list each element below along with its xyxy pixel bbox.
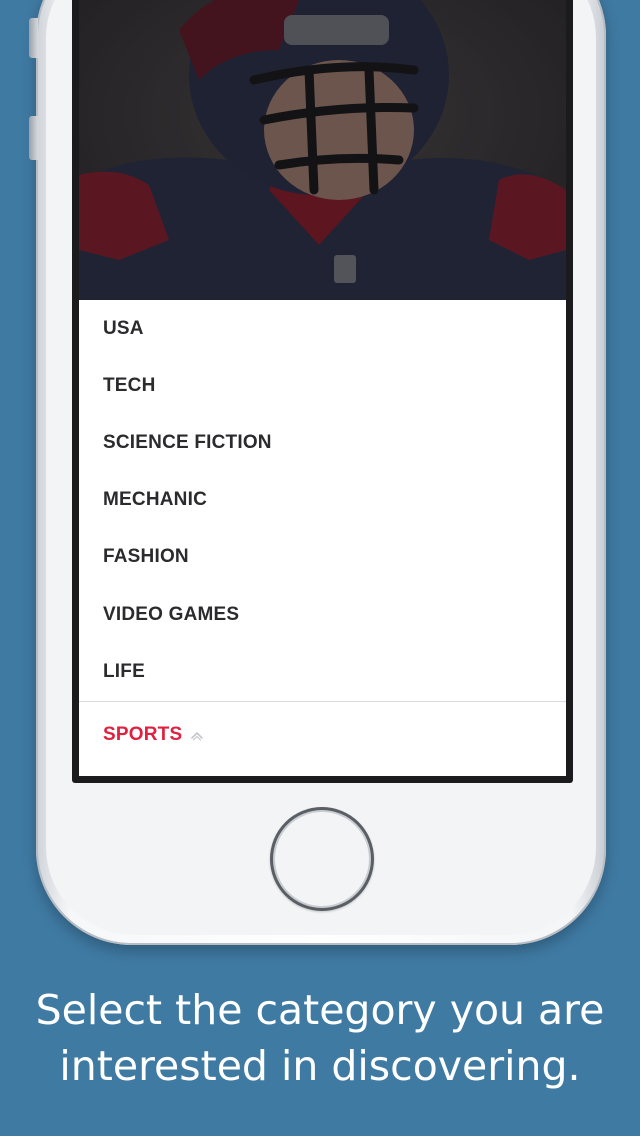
category-usa[interactable]: USA xyxy=(79,300,566,357)
hero-image xyxy=(79,0,566,300)
category-science-fiction[interactable]: SCIENCE FICTION xyxy=(79,414,566,471)
chevron-up-icon xyxy=(190,728,204,742)
category-fashion[interactable]: FASHION xyxy=(79,529,566,586)
volume-up-button xyxy=(29,18,38,58)
selected-category-label: SPORTS xyxy=(103,724,183,745)
category-menu: USA TECH SCIENCE FICTION MECHANIC FASHIO… xyxy=(79,300,566,776)
home-button[interactable] xyxy=(270,807,374,911)
category-video-games[interactable]: VIDEO GAMES xyxy=(79,586,566,643)
football-player-image xyxy=(79,0,566,300)
category-mechanic[interactable]: MECHANIC xyxy=(79,472,566,529)
selected-category-toggle[interactable]: SPORTS xyxy=(79,702,566,768)
promo-caption: Select the category you are interested i… xyxy=(0,982,640,1094)
volume-down-button xyxy=(29,116,38,160)
caption-line-2: interested in discovering. xyxy=(59,1042,581,1090)
caption-line-1: Select the category you are xyxy=(35,986,605,1034)
phone-screen: USA TECH SCIENCE FICTION MECHANIC FASHIO… xyxy=(72,0,573,783)
category-life[interactable]: LIFE xyxy=(79,643,566,700)
category-tech[interactable]: TECH xyxy=(79,357,566,414)
